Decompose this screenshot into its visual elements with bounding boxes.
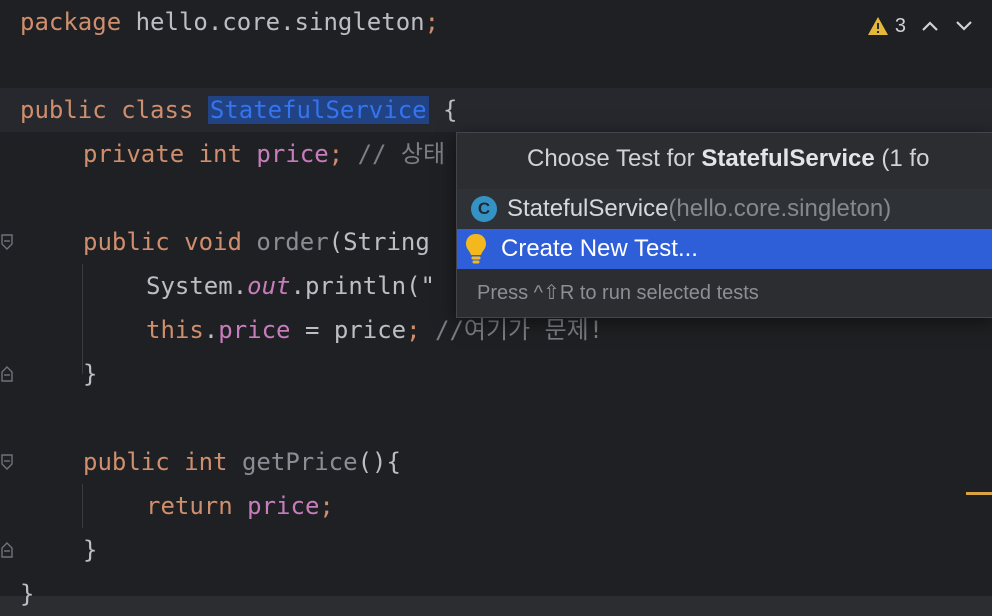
method-name: getPrice xyxy=(241,448,358,476)
field-name: price xyxy=(247,492,320,520)
keyword: private xyxy=(83,140,185,168)
warning-count: 3 xyxy=(894,14,906,37)
code-line-close-brace[interactable]: } xyxy=(20,572,34,616)
punctuation: . xyxy=(203,316,219,344)
item-detail: (hello.core.singleton) xyxy=(668,195,892,222)
keyword: void xyxy=(184,228,242,256)
keyword: int xyxy=(184,448,228,476)
code-line-order-method[interactable]: public void order(String xyxy=(83,220,430,264)
inspection-widget[interactable]: 3 xyxy=(867,12,974,40)
code-line-close-brace[interactable]: } xyxy=(83,352,97,396)
class-name-selected[interactable]: StatefulService xyxy=(207,96,429,124)
parameters: (String xyxy=(328,228,430,256)
static-field: out xyxy=(247,272,291,300)
method-call: .println(" xyxy=(290,272,436,300)
keyword: public xyxy=(83,228,170,256)
keyword: this xyxy=(146,316,204,344)
punctuation: ; xyxy=(424,8,440,36)
code-line-return[interactable]: return price; xyxy=(146,484,334,528)
keyword: return xyxy=(146,492,233,520)
system-ref: System. xyxy=(146,272,248,300)
code-line-getprice-method[interactable]: public int getPrice(){ xyxy=(83,440,401,484)
warning-indicator[interactable]: 3 xyxy=(867,15,906,38)
punctuation: ; xyxy=(328,140,344,168)
field-name: price xyxy=(218,316,291,344)
comment: //여기가 문제! xyxy=(420,316,604,344)
field-name: price xyxy=(256,140,329,168)
expression: = price xyxy=(290,316,407,344)
code-line-field[interactable]: private int price; // 상태 xyxy=(83,132,445,176)
popup-item-existing-test[interactable]: C StatefulService (hello.core.singleton) xyxy=(457,189,992,229)
popup-title: Choose Test for StatefulService (1 fo xyxy=(527,145,929,173)
class-icon: C xyxy=(471,196,497,222)
brace: } xyxy=(83,360,98,388)
lightbulb-icon xyxy=(466,234,486,264)
brace: { xyxy=(428,96,458,124)
choose-test-popup[interactable]: Choose Test for StatefulService (1 fo C … xyxy=(456,132,992,318)
punctuation: ; xyxy=(406,316,421,344)
item-label: Create New Test... xyxy=(501,235,698,262)
item-label: StatefulService xyxy=(507,195,669,222)
keyword: class xyxy=(121,96,194,124)
keyword: int xyxy=(198,140,242,168)
chevron-up-icon[interactable] xyxy=(920,19,940,33)
fold-close-icon[interactable] xyxy=(0,366,14,382)
popup-footer-hint: Press ^⇧R to run selected tests xyxy=(477,282,759,304)
fold-close-icon[interactable] xyxy=(0,542,14,558)
keyword: public xyxy=(83,448,170,476)
warning-icon xyxy=(867,17,888,35)
popup-title-suffix: (1 fo xyxy=(874,145,930,172)
code-line-close-brace[interactable]: } xyxy=(83,528,97,572)
popup-title-prefix: Choose Test for xyxy=(527,145,702,172)
fold-open-icon[interactable] xyxy=(0,454,14,470)
brace: } xyxy=(83,536,98,564)
keyword: package xyxy=(20,8,122,36)
keyword: public xyxy=(20,96,107,124)
chevron-down-icon[interactable] xyxy=(954,19,974,33)
scrollbar-warning-marker[interactable] xyxy=(966,492,992,495)
indent-guide xyxy=(82,484,83,528)
punctuation: ; xyxy=(319,492,334,520)
code-line-class-declaration[interactable]: public class StatefulService { xyxy=(20,88,458,132)
popup-title-class: StatefulService xyxy=(701,145,875,172)
package-name: hello.core.singleton xyxy=(121,8,425,36)
brace: } xyxy=(20,580,35,608)
code-line-println[interactable]: System.out.println(" xyxy=(146,264,435,308)
parameters: (){ xyxy=(357,448,401,476)
popup-item-create-new-test[interactable]: Create New Test... xyxy=(457,229,992,269)
code-line-package[interactable]: package hello.core.singleton; xyxy=(20,0,439,44)
comment: // 상태 xyxy=(343,140,446,168)
method-name: order xyxy=(256,228,329,256)
fold-open-icon[interactable] xyxy=(0,234,14,250)
